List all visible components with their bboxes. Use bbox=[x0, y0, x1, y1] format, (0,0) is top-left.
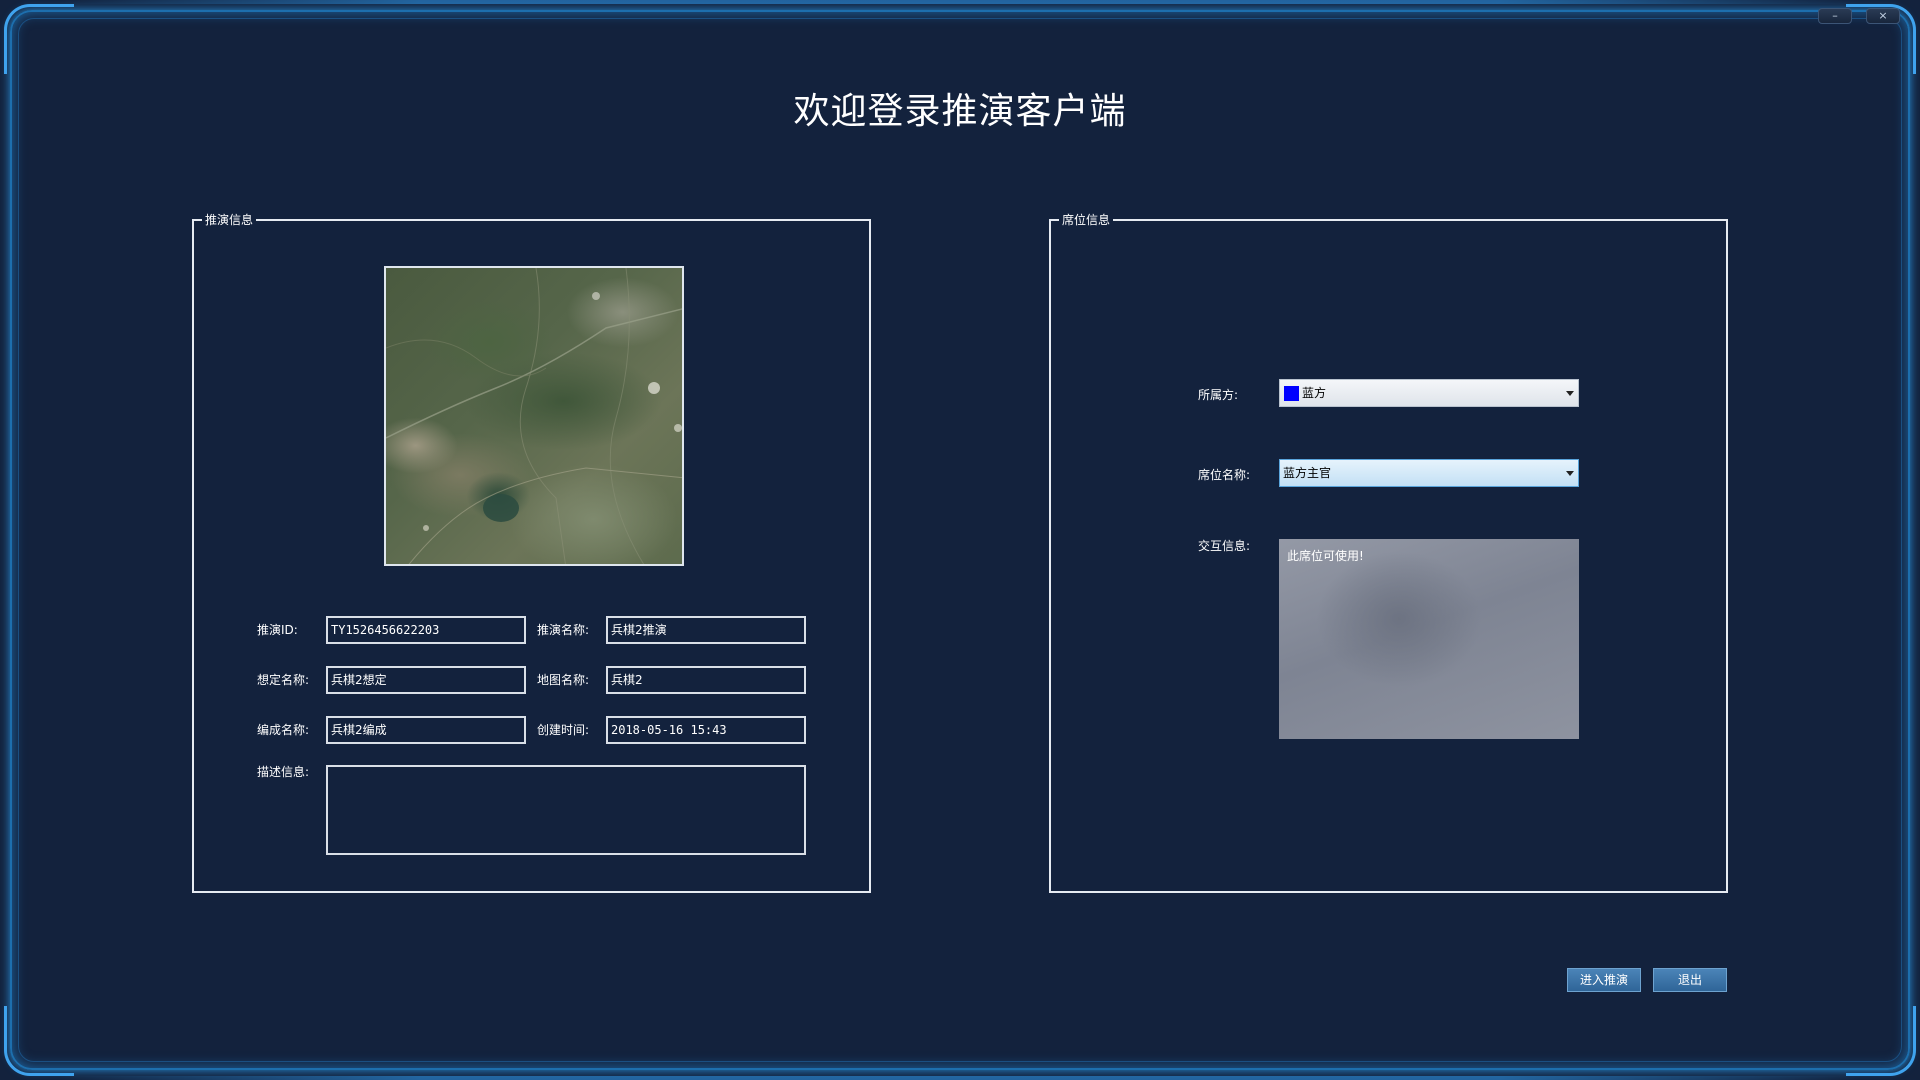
scenario-name-field[interactable]: 兵棋2想定 bbox=[326, 666, 526, 694]
seat-select[interactable]: 蓝方主官 bbox=[1279, 459, 1579, 487]
scenario-name-label: 想定名称: bbox=[257, 673, 310, 687]
frame-corner bbox=[1846, 1006, 1916, 1076]
deduction-name-label: 推演名称: bbox=[537, 623, 590, 637]
description-label: 描述信息: bbox=[257, 765, 310, 779]
exit-button[interactable]: 退出 bbox=[1653, 968, 1727, 992]
seat-info-group: 席位信息 所属方: 蓝方 席位名称: 蓝方主官 交互信息: 此席位可使用! bbox=[1049, 212, 1728, 893]
chevron-down-icon bbox=[1566, 391, 1574, 396]
deduction-id-label: 推演ID: bbox=[257, 623, 298, 637]
interaction-info-box: 此席位可使用! bbox=[1279, 539, 1579, 739]
formation-name-label: 编成名称: bbox=[257, 723, 310, 737]
side-label: 所属方: bbox=[1198, 388, 1239, 402]
created-time-label: 创建时间: bbox=[537, 723, 590, 737]
created-time-field[interactable]: 2018-05-16 15:43 bbox=[606, 716, 806, 744]
chevron-down-icon bbox=[1566, 471, 1574, 476]
login-window: – × 欢迎登录推演客户端 推演信息 推演ID: TY1526456622203… bbox=[0, 0, 1920, 1080]
deduction-name-field[interactable]: 兵棋2推演 bbox=[606, 616, 806, 644]
interaction-label: 交互信息: bbox=[1198, 539, 1251, 553]
seat-label: 席位名称: bbox=[1198, 468, 1251, 482]
frame-corner bbox=[4, 4, 74, 74]
page-title: 欢迎登录推演客户端 bbox=[793, 91, 1127, 132]
side-select[interactable]: 蓝方 bbox=[1279, 379, 1579, 407]
frame-glow-top bbox=[60, 0, 1860, 4]
frame-glow-bottom bbox=[60, 1076, 1860, 1080]
map-name-label: 地图名称: bbox=[537, 673, 590, 687]
deduction-id-field[interactable]: TY1526456622203 bbox=[326, 616, 526, 644]
minimize-button[interactable]: – bbox=[1818, 8, 1852, 24]
frame-corner bbox=[4, 1006, 74, 1076]
group-title: 席位信息 bbox=[1059, 212, 1114, 228]
map-terrain-graphic bbox=[386, 268, 682, 564]
map-thumbnail bbox=[384, 266, 684, 566]
deduction-info-group: 推演信息 推演ID: TY1526456622203 推演名称: 兵棋2推演 想… bbox=[192, 212, 871, 893]
close-button[interactable]: × bbox=[1866, 8, 1900, 24]
group-title: 推演信息 bbox=[202, 212, 257, 228]
side-color-swatch bbox=[1284, 386, 1299, 401]
side-select-value: 蓝方 bbox=[1302, 386, 1327, 400]
formation-name-field[interactable]: 兵棋2编成 bbox=[326, 716, 526, 744]
enter-deduction-button[interactable]: 进入推演 bbox=[1567, 968, 1641, 992]
description-textarea[interactable] bbox=[326, 765, 806, 855]
interaction-message: 此席位可使用! bbox=[1287, 549, 1364, 563]
seat-select-value: 蓝方主官 bbox=[1283, 466, 1332, 480]
map-name-field[interactable]: 兵棋2 bbox=[606, 666, 806, 694]
